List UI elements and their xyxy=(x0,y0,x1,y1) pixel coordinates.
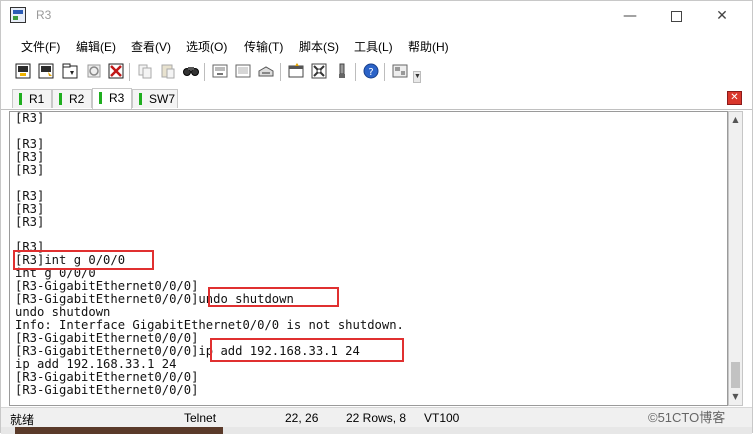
highlight-int-g-command xyxy=(13,250,154,270)
session-tab-bar: R1 R2 R3 SW7 xyxy=(1,87,752,110)
status-protocol: Telnet xyxy=(184,411,217,425)
quick-connect-icon[interactable] xyxy=(37,62,55,80)
connected-status-icon xyxy=(59,93,62,105)
toolbar-separator xyxy=(280,63,281,81)
window-title: R3 xyxy=(36,8,52,22)
status-state: 就绪 xyxy=(10,413,35,427)
menu-script[interactable]: 脚本(S) xyxy=(299,38,339,55)
maximize-button[interactable] xyxy=(653,1,699,31)
title-bar[interactable]: R3 — ✕ xyxy=(1,1,752,31)
status-cursor-position: 22, 26 xyxy=(285,411,319,425)
svg-text:?: ? xyxy=(368,67,373,78)
tab-r2[interactable]: R2 xyxy=(52,89,92,108)
toolbar-separator xyxy=(204,63,205,81)
terminal-line: [R3-GigabitEthernet0/0/0] xyxy=(15,369,199,384)
copy-icon[interactable] xyxy=(136,62,154,80)
disconnect-icon[interactable] xyxy=(107,62,125,80)
tab-label: SW7 xyxy=(149,92,176,106)
minimize-button[interactable]: — xyxy=(607,1,653,31)
tab-r1[interactable]: R1 xyxy=(12,89,52,108)
terminal-line: [R3] xyxy=(15,201,45,216)
terminal-line: [R3] xyxy=(15,149,45,164)
tab-label: R2 xyxy=(69,92,85,106)
app-window: R3 — ✕ 文件(F) 编辑(E) 查看(V) 选项(O) 传输(T) 脚本(… xyxy=(0,0,753,434)
find-icon[interactable] xyxy=(182,62,200,80)
menu-view[interactable]: 查看(V) xyxy=(131,38,171,55)
toolbar-separator xyxy=(384,63,385,81)
terminal-line: [R3] xyxy=(15,111,45,125)
toolbar: ? ▼ xyxy=(1,59,752,85)
menu-bar: 文件(F) 编辑(E) 查看(V) 选项(O) 传输(T) 脚本(S) 工具(L… xyxy=(1,34,752,56)
session-options-icon[interactable] xyxy=(287,62,305,80)
highlight-undo-shutdown-command xyxy=(208,287,339,307)
print-preview-icon[interactable] xyxy=(234,62,252,80)
tab-r3[interactable]: R3 xyxy=(92,88,132,109)
tab-label: R3 xyxy=(109,91,125,105)
scroll-thumb[interactable] xyxy=(731,362,740,388)
terminal-line: [R3-GigabitEthernet0/0/0] xyxy=(15,382,199,397)
terminal-line: [R3] xyxy=(15,188,45,203)
scroll-up-arrow-icon[interactable]: ▲ xyxy=(729,112,742,128)
connected-status-icon xyxy=(139,93,142,105)
connect-icon[interactable] xyxy=(14,62,32,80)
watermark: ©51CTO博客 xyxy=(648,410,726,425)
terminal-line: [R3] xyxy=(15,162,45,177)
global-options-icon[interactable] xyxy=(310,62,328,80)
connected-status-icon xyxy=(19,93,22,105)
connected-status-icon xyxy=(99,92,102,104)
app-icon xyxy=(10,7,26,23)
close-window-button[interactable]: ✕ xyxy=(699,1,745,31)
menu-edit[interactable]: 编辑(E) xyxy=(76,38,116,55)
toolbar-overflow-button[interactable]: ▼ xyxy=(413,71,421,83)
print-icon[interactable] xyxy=(211,62,229,80)
terminal-output[interactable]: [R3] [R3] [R3] [R3] [R3] [R3] [R3] [R3] [R3]i… xyxy=(9,111,728,406)
status-terminal-size: 22 Rows, 8 xyxy=(346,411,407,425)
toolbar-separator xyxy=(129,63,130,81)
terminal-line: Info: Interface GigabitEthernet0/0/0 is … xyxy=(15,318,404,332)
sftp-icon[interactable] xyxy=(391,62,409,80)
terminal-line: [R3] xyxy=(15,214,45,229)
toolbar-separator xyxy=(355,63,356,81)
menu-transfer[interactable]: 传输(T) xyxy=(244,38,283,55)
status-bar: 就绪 Telnet 22, 26 22 Rows, 8 VT100 xyxy=(1,407,752,428)
help-icon[interactable]: ? xyxy=(362,62,380,80)
menu-help[interactable]: 帮助(H) xyxy=(408,38,449,55)
status-emulation: VT100 xyxy=(424,411,460,425)
menu-file[interactable]: 文件(F) xyxy=(21,38,60,55)
print-setup-icon[interactable] xyxy=(257,62,275,80)
maximize-icon xyxy=(670,10,682,22)
connect-tab-icon[interactable] xyxy=(61,62,79,80)
menu-options[interactable]: 选项(O) xyxy=(186,38,227,55)
highlight-ip-add-command xyxy=(210,338,404,362)
tab-label: R1 xyxy=(29,92,45,106)
paste-icon[interactable] xyxy=(159,62,177,80)
reconnect-icon[interactable] xyxy=(85,62,103,80)
menu-tools[interactable]: 工具(L) xyxy=(354,38,393,55)
terminal-line: [R3] xyxy=(15,136,45,151)
tab-sw7[interactable]: SW7 xyxy=(132,89,178,108)
terminal-scrollbar[interactable]: ▲ ▼ xyxy=(728,111,743,406)
close-tab-button[interactable]: ✕ xyxy=(727,91,742,105)
scroll-down-arrow-icon[interactable]: ▼ xyxy=(729,389,742,405)
keymap-icon[interactable] xyxy=(333,62,351,80)
